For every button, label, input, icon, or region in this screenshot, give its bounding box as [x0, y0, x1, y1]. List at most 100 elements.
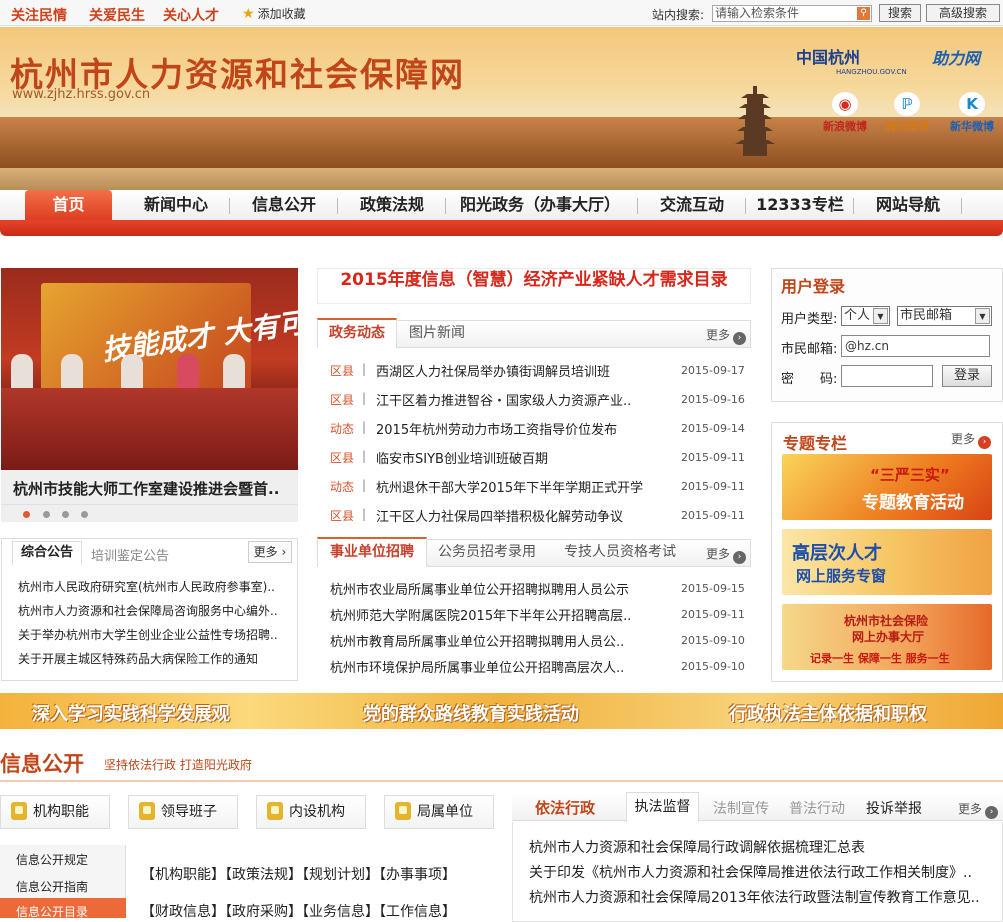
law-item[interactable]: 关于印发《杭州市人力资源和社会保障局推进依法行政工作相关制度》.. — [529, 862, 972, 882]
news-more-link[interactable]: 更多 › — [706, 326, 747, 345]
nav-home[interactable]: 首页 — [25, 190, 112, 220]
divider — [0, 780, 1003, 782]
news-category[interactable]: 区县 — [330, 391, 354, 408]
notice-item[interactable]: 杭州市人力资源和社会保障局咨询服务中心编外.. — [18, 602, 278, 619]
conference-table — [1, 388, 298, 470]
nav-sitemap[interactable]: 网站导航 — [862, 190, 954, 220]
advanced-search-button[interactable]: 高级搜索 — [926, 4, 1000, 22]
news-category[interactable]: 区县 — [330, 507, 354, 524]
recruit-date: 2015-09-10 — [681, 634, 745, 647]
zhuli-logo[interactable]: 助力网 — [932, 45, 980, 69]
news-item[interactable]: 江干区着力推进智谷・国家级人力资源产业.. — [376, 390, 631, 409]
link-public-opinion[interactable]: 关注民情 — [11, 5, 67, 25]
news-item[interactable]: 杭州退休干部大学2015年下半年学期正式开学 — [376, 477, 643, 496]
link-talent[interactable]: 关心人才 — [163, 5, 219, 25]
user-type-select[interactable]: 个人 ▼ — [841, 306, 890, 326]
headline-link[interactable]: 2015年度信息（智慧）经济产业紧缺人才需求目录 — [317, 268, 751, 304]
tab-gov-news[interactable]: 政务动态 — [317, 318, 397, 348]
recruit-date: 2015-09-10 — [681, 660, 745, 673]
notice-item[interactable]: 关于举办杭州市大学生创业企业公益性专场招聘.. — [18, 626, 278, 643]
nav-news-center[interactable]: 新闻中心 — [130, 190, 222, 220]
nav-12333[interactable]: 12333专栏 — [754, 190, 846, 220]
login-button[interactable]: 登录 — [942, 365, 992, 387]
slide-dot[interactable] — [23, 511, 30, 518]
tab-professional-exam[interactable]: 专技人员资格考试 — [564, 538, 676, 566]
notice-more-link[interactable]: 更多 › — [248, 541, 292, 563]
news-date: 2015-09-11 — [681, 480, 745, 493]
recruit-item[interactable]: 杭州市农业局所属事业单位公开招聘拟聘用人员公示 — [330, 579, 629, 598]
news-item[interactable]: 2015年杭州劳动力市场工资指导价位发布 — [376, 419, 617, 438]
hangzhou-gov-logo[interactable]: 中国杭州 HANGZHOU.GOV.CN — [796, 44, 907, 76]
nav-service-hall[interactable]: 阳光政务（办事大厅） — [454, 190, 626, 220]
link-livelihood[interactable]: 关爱民生 — [89, 5, 145, 25]
nav-policies[interactable]: 政策法规 — [346, 190, 438, 220]
tab-legal-action[interactable]: 普法行动 — [789, 798, 845, 818]
news-category[interactable]: 动态 — [330, 478, 354, 495]
slide-caption[interactable]: 杭州市技能大师工作室建设推进会暨首.. — [1, 470, 298, 504]
recruit-item[interactable]: 杭州市教育局所属事业单位公开招聘拟聘用人员公.. — [330, 631, 624, 650]
org-functions-button[interactable]: 机构职能 — [0, 795, 110, 829]
tab-photo-news[interactable]: 图片新闻 — [409, 319, 465, 347]
news-item[interactable]: 临安市SIYB创业培训班破百期 — [376, 448, 548, 467]
tab-training-notice[interactable]: 培训鉴定公告 — [91, 545, 169, 564]
email-label: 市民邮箱: — [781, 342, 838, 357]
nav-divider — [853, 198, 854, 214]
affiliated-units-button[interactable]: 局属单位 — [384, 795, 494, 829]
recruit-more-link[interactable]: 更多 › — [706, 545, 747, 564]
banner-social-insurance[interactable]: 杭州市社会保险 网上办事大厅 记录一生 保障一生 服务一生 — [782, 604, 992, 670]
news-category[interactable]: 区县 — [330, 449, 354, 466]
password-label: 密 码: — [781, 372, 838, 387]
password-field[interactable] — [841, 365, 933, 387]
slideshow-image[interactable]: 技能成才 大有可为 — [1, 268, 298, 470]
slide-pager — [1, 504, 298, 522]
email-field[interactable]: @hz.cn — [841, 335, 990, 357]
slide-dot[interactable] — [81, 511, 88, 518]
add-favorite-link[interactable]: ★ 添加收藏 — [242, 5, 306, 22]
nav-divider — [745, 198, 746, 214]
tab-civil-service[interactable]: 公务员招考录用 — [438, 538, 536, 566]
chevron-right-icon: › — [281, 545, 287, 559]
tab-institution-recruit[interactable]: 事业单位招聘 — [317, 537, 427, 567]
sidebar-item-guide[interactable]: 信息公开指南 — [16, 878, 88, 895]
news-category[interactable]: 动态 — [330, 420, 354, 437]
tab-enforcement-supervision[interactable]: 执法监督 — [626, 792, 699, 822]
sina-weibo-link[interactable]: ◉ 新浪微博 — [822, 92, 868, 134]
banner-high-talent[interactable]: 高层次人才 网上服务专窗 — [782, 529, 992, 595]
special-more-link[interactable]: 更多 › — [951, 430, 992, 449]
recruit-item[interactable]: 杭州市环境保护局所属事业单位公开招聘高层次人.. — [330, 657, 624, 676]
recruit-item[interactable]: 杭州师范大学附属医院2015年下半年公开招聘高层.. — [330, 605, 631, 624]
law-item[interactable]: 杭州市人力资源和社会保障局行政调解依据梳理汇总表 — [529, 837, 865, 857]
internal-units-button[interactable]: 内设机构 — [256, 795, 366, 829]
slide-dot[interactable] — [62, 511, 69, 518]
notice-item[interactable]: 杭州市人民政府研究室(杭州市人民政府参事室).. — [18, 578, 275, 595]
law-more-link[interactable]: 更多 › — [958, 800, 999, 819]
banner-three-stricts[interactable]: “三严三实” 专题教育活动 — [782, 454, 992, 520]
law-item[interactable]: 杭州市人力资源和社会保障局2013年依法行政暨法制宣传教育工作意见.. — [529, 887, 980, 907]
theme-link-law-enforcement[interactable]: 行政执法主体依据和职权 — [729, 700, 927, 726]
star-icon: ★ — [242, 6, 255, 22]
nav-interaction[interactable]: 交流互动 — [646, 190, 738, 220]
nav-info-disclosure[interactable]: 信息公开 — [238, 190, 330, 220]
info-category-links[interactable]: 【财政信息】【政府采购】【业务信息】【工作信息】 — [141, 901, 456, 921]
search-icon[interactable]: ⚲ — [857, 7, 870, 20]
theme-link-science[interactable]: 深入学习实践科学发展观 — [32, 700, 230, 726]
info-category-links[interactable]: 【机构职能】【政策法规】【规划计划】【办事事项】 — [141, 864, 456, 884]
mailbox-select[interactable]: 市民邮箱 ▼ — [897, 306, 992, 326]
news-item[interactable]: 西湖区人力社保局举办镇街调解员培训班 — [376, 361, 610, 380]
chevron-right-icon: › — [733, 551, 747, 564]
notice-item[interactable]: 关于开展主城区特殊药品大病保险工作的通知 — [18, 650, 258, 667]
xinhua-weibo-icon: K — [959, 92, 985, 116]
slide-dot[interactable] — [43, 511, 50, 518]
tab-complaints[interactable]: 投诉举报 — [866, 798, 922, 818]
news-item[interactable]: 江干区人力社保局四举措积极化解劳动争议 — [376, 506, 623, 525]
news-category[interactable]: 区县 — [330, 362, 354, 379]
tab-general-notice[interactable]: 综合公告 — [12, 541, 82, 565]
sidebar-item-rules[interactable]: 信息公开规定 — [16, 851, 88, 868]
tencent-weibo-link[interactable]: ℙ 腾讯微博 — [884, 92, 930, 134]
xinhua-weibo-link[interactable]: K 新华微博 — [949, 92, 995, 134]
tab-legal-publicity[interactable]: 法制宣传 — [713, 798, 769, 818]
theme-link-mass-line[interactable]: 党的群众路线教育实践活动 — [363, 700, 579, 726]
search-input[interactable]: 请输入检索条件 ⚲ — [712, 5, 872, 22]
search-button[interactable]: 搜索 — [879, 4, 921, 22]
leadership-button[interactable]: 领导班子 — [128, 795, 238, 829]
